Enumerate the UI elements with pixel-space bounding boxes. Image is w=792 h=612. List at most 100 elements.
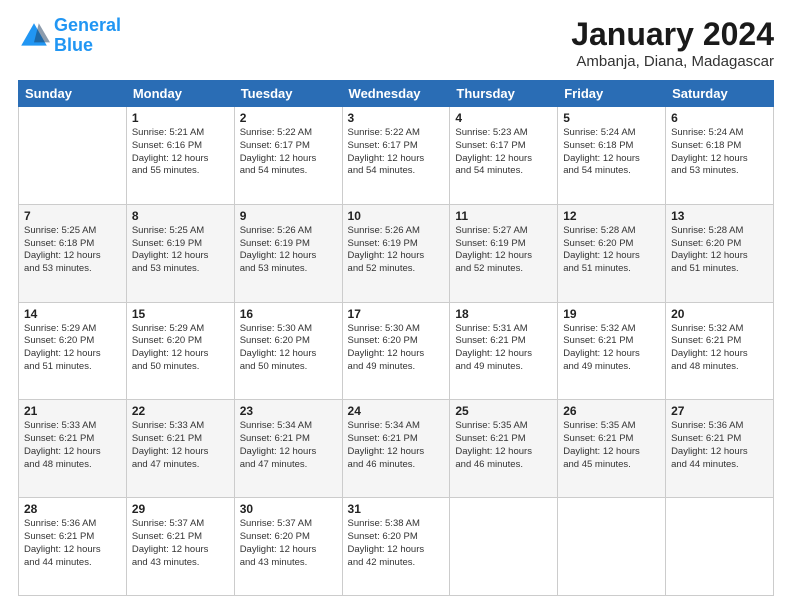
- day-info: Sunrise: 5:37 AMSunset: 6:21 PMDaylight:…: [132, 518, 229, 569]
- calendar-cell: 22Sunrise: 5:33 AMSunset: 6:21 PMDayligh…: [126, 400, 234, 498]
- day-number: 24: [348, 404, 445, 418]
- calendar-header-tuesday: Tuesday: [234, 81, 342, 107]
- day-number: 7: [24, 209, 121, 223]
- calendar-week-row: 28 Sunrise: 5:36 AMSunset: 6:21 PMDayligh…: [19, 498, 774, 596]
- calendar-cell: 4 Sunrise: 5:23 AMSunset: 6:17 PMDaylight…: [450, 107, 558, 205]
- calendar-cell: 16 Sunrise: 5:30 AMSunset: 6:20 PMDayligh…: [234, 302, 342, 400]
- day-number: 18: [455, 307, 552, 321]
- calendar-cell: 23Sunrise: 5:34 AMSunset: 6:21 PMDayligh…: [234, 400, 342, 498]
- main-title: January 2024: [571, 16, 774, 53]
- day-number: 25: [455, 404, 552, 418]
- day-info: Sunrise: 5:25 AMSunset: 6:19 PMDaylight:…: [132, 225, 229, 276]
- day-info: Sunrise: 5:28 AMSunset: 6:20 PMDaylight:…: [671, 225, 768, 276]
- day-number: 27: [671, 404, 768, 418]
- day-number: 28: [24, 502, 121, 516]
- day-number: 21: [24, 404, 121, 418]
- day-number: 17: [348, 307, 445, 321]
- calendar-cell: 2 Sunrise: 5:22 AMSunset: 6:17 PMDaylight…: [234, 107, 342, 205]
- calendar-cell: 21Sunrise: 5:33 AMSunset: 6:21 PMDayligh…: [19, 400, 127, 498]
- day-number: 5: [563, 111, 660, 125]
- calendar-header-thursday: Thursday: [450, 81, 558, 107]
- day-number: 13: [671, 209, 768, 223]
- day-number: 3: [348, 111, 445, 125]
- calendar-week-row: 14 Sunrise: 5:29 AMSunset: 6:20 PMDayligh…: [19, 302, 774, 400]
- day-number: 10: [348, 209, 445, 223]
- day-info: Sunrise: 5:30 AMSunset: 6:20 PMDaylight:…: [240, 323, 337, 374]
- day-info: Sunrise: 5:27 AMSunset: 6:19 PMDaylight:…: [455, 225, 552, 276]
- calendar-cell: 27 Sunrise: 5:36 AMSunset: 6:21 PMDayligh…: [666, 400, 774, 498]
- calendar-cell: 6 Sunrise: 5:24 AMSunset: 6:18 PMDaylight…: [666, 107, 774, 205]
- logo-text: General Blue: [54, 16, 121, 56]
- day-number: 1: [132, 111, 229, 125]
- calendar-cell: 25 Sunrise: 5:35 AMSunset: 6:21 PMDayligh…: [450, 400, 558, 498]
- day-info: Sunrise: 5:38 AMSunset: 6:20 PMDaylight:…: [348, 518, 445, 569]
- subtitle: Ambanja, Diana, Madagascar: [571, 53, 774, 70]
- calendar-cell: 18Sunrise: 5:31 AMSunset: 6:21 PMDayligh…: [450, 302, 558, 400]
- day-number: 2: [240, 111, 337, 125]
- day-number: 30: [240, 502, 337, 516]
- day-info: Sunrise: 5:26 AMSunset: 6:19 PMDaylight:…: [348, 225, 445, 276]
- day-info: Sunrise: 5:35 AMSunset: 6:21 PMDaylight:…: [455, 420, 552, 471]
- calendar-cell: 8 Sunrise: 5:25 AMSunset: 6:19 PMDaylight…: [126, 204, 234, 302]
- day-number: 19: [563, 307, 660, 321]
- day-info: Sunrise: 5:26 AMSunset: 6:19 PMDaylight:…: [240, 225, 337, 276]
- calendar-cell: [558, 498, 666, 596]
- day-info: Sunrise: 5:22 AMSunset: 6:17 PMDaylight:…: [348, 127, 445, 178]
- day-number: 11: [455, 209, 552, 223]
- day-info: Sunrise: 5:34 AMSunset: 6:21 PMDaylight:…: [348, 420, 445, 471]
- calendar-header-saturday: Saturday: [666, 81, 774, 107]
- calendar-cell: 13 Sunrise: 5:28 AMSunset: 6:20 PMDayligh…: [666, 204, 774, 302]
- day-info: Sunrise: 5:35 AMSunset: 6:21 PMDaylight:…: [563, 420, 660, 471]
- day-info: Sunrise: 5:32 AMSunset: 6:21 PMDaylight:…: [563, 323, 660, 374]
- calendar-week-row: 1 Sunrise: 5:21 AMSunset: 6:16 PMDaylight…: [19, 107, 774, 205]
- calendar-cell: 30Sunrise: 5:37 AMSunset: 6:20 PMDayligh…: [234, 498, 342, 596]
- day-info: Sunrise: 5:28 AMSunset: 6:20 PMDaylight:…: [563, 225, 660, 276]
- day-number: 23: [240, 404, 337, 418]
- calendar-week-row: 21Sunrise: 5:33 AMSunset: 6:21 PMDayligh…: [19, 400, 774, 498]
- calendar-table: SundayMondayTuesdayWednesdayThursdayFrid…: [18, 80, 774, 596]
- page: General Blue January 2024 Ambanja, Diana…: [0, 0, 792, 612]
- day-number: 26: [563, 404, 660, 418]
- day-info: Sunrise: 5:23 AMSunset: 6:17 PMDaylight:…: [455, 127, 552, 178]
- day-info: Sunrise: 5:29 AMSunset: 6:20 PMDaylight:…: [24, 323, 121, 374]
- calendar-cell: 31 Sunrise: 5:38 AMSunset: 6:20 PMDayligh…: [342, 498, 450, 596]
- calendar-cell: [19, 107, 127, 205]
- calendar-cell: 3 Sunrise: 5:22 AMSunset: 6:17 PMDaylight…: [342, 107, 450, 205]
- day-number: 14: [24, 307, 121, 321]
- logo-icon: [18, 20, 50, 52]
- day-info: Sunrise: 5:24 AMSunset: 6:18 PMDaylight:…: [671, 127, 768, 178]
- calendar-cell: 9 Sunrise: 5:26 AMSunset: 6:19 PMDaylight…: [234, 204, 342, 302]
- calendar-cell: 29Sunrise: 5:37 AMSunset: 6:21 PMDayligh…: [126, 498, 234, 596]
- day-number: 31: [348, 502, 445, 516]
- day-info: Sunrise: 5:32 AMSunset: 6:21 PMDaylight:…: [671, 323, 768, 374]
- calendar-header-friday: Friday: [558, 81, 666, 107]
- day-info: Sunrise: 5:22 AMSunset: 6:17 PMDaylight:…: [240, 127, 337, 178]
- day-number: 6: [671, 111, 768, 125]
- day-info: Sunrise: 5:24 AMSunset: 6:18 PMDaylight:…: [563, 127, 660, 178]
- calendar-header-sunday: Sunday: [19, 81, 127, 107]
- day-number: 15: [132, 307, 229, 321]
- day-info: Sunrise: 5:36 AMSunset: 6:21 PMDaylight:…: [671, 420, 768, 471]
- day-info: Sunrise: 5:30 AMSunset: 6:20 PMDaylight:…: [348, 323, 445, 374]
- calendar-week-row: 7Sunrise: 5:25 AMSunset: 6:18 PMDaylight…: [19, 204, 774, 302]
- calendar-cell: 1 Sunrise: 5:21 AMSunset: 6:16 PMDaylight…: [126, 107, 234, 205]
- calendar-cell: [666, 498, 774, 596]
- day-number: 9: [240, 209, 337, 223]
- calendar-header-monday: Monday: [126, 81, 234, 107]
- calendar-cell: 12 Sunrise: 5:28 AMSunset: 6:20 PMDayligh…: [558, 204, 666, 302]
- day-number: 4: [455, 111, 552, 125]
- title-block: January 2024 Ambanja, Diana, Madagascar: [571, 16, 774, 70]
- calendar-header-wednesday: Wednesday: [342, 81, 450, 107]
- calendar-cell: 17 Sunrise: 5:30 AMSunset: 6:20 PMDayligh…: [342, 302, 450, 400]
- calendar-cell: 5 Sunrise: 5:24 AMSunset: 6:18 PMDaylight…: [558, 107, 666, 205]
- day-info: Sunrise: 5:21 AMSunset: 6:16 PMDaylight:…: [132, 127, 229, 178]
- day-info: Sunrise: 5:36 AMSunset: 6:21 PMDaylight:…: [24, 518, 121, 569]
- calendar-cell: 19 Sunrise: 5:32 AMSunset: 6:21 PMDayligh…: [558, 302, 666, 400]
- calendar-header-row: SundayMondayTuesdayWednesdayThursdayFrid…: [19, 81, 774, 107]
- day-number: 8: [132, 209, 229, 223]
- day-number: 12: [563, 209, 660, 223]
- calendar-cell: 10 Sunrise: 5:26 AMSunset: 6:19 PMDayligh…: [342, 204, 450, 302]
- day-number: 16: [240, 307, 337, 321]
- calendar-cell: 11 Sunrise: 5:27 AMSunset: 6:19 PMDayligh…: [450, 204, 558, 302]
- logo-blue: Blue: [54, 35, 93, 55]
